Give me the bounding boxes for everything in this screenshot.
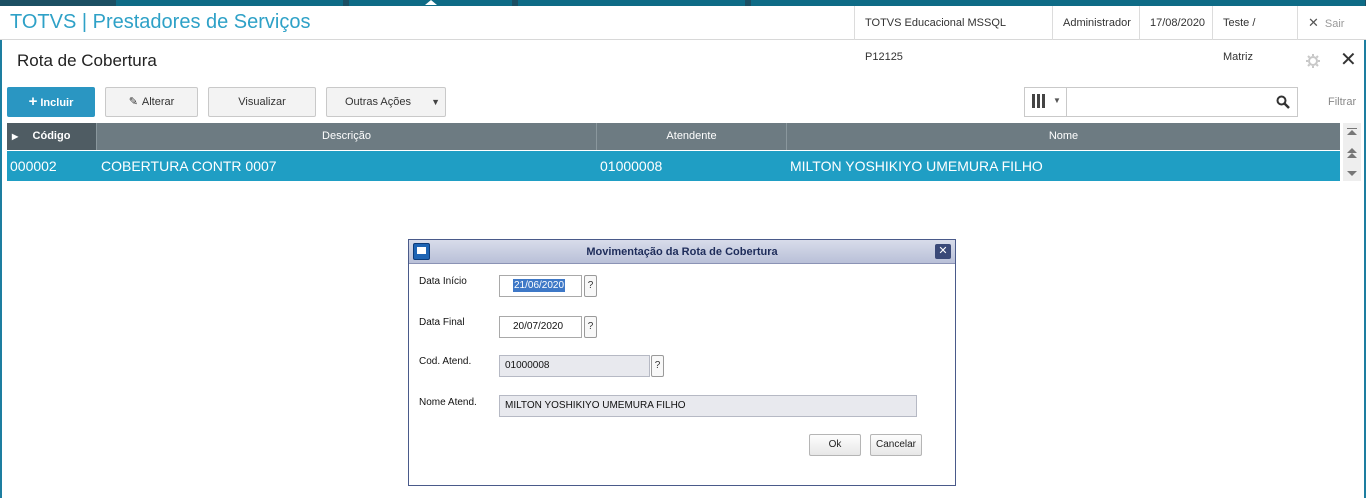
nome-atend-label: Nome Atend. (419, 397, 477, 408)
page-title: Rota de Cobertura (17, 51, 157, 70)
user-label: Administrador (1052, 6, 1139, 40)
cod-atend-field[interactable]: 01000008 (499, 355, 650, 377)
search-input[interactable] (1069, 90, 1269, 114)
include-label: Incluir (40, 97, 74, 109)
movement-dialog: Movimentação da Rota de Cobertura ✕ Data… (408, 239, 956, 486)
dialog-close-button[interactable]: ✕ (935, 244, 951, 259)
close-icon: ✕ (938, 245, 948, 257)
columns-icon (1032, 94, 1046, 108)
search-box: ▼ (1024, 87, 1298, 117)
view-label: Visualizar (238, 96, 286, 108)
column-header-nome[interactable]: Nome (787, 123, 1340, 150)
chevron-down-icon: ▼ (431, 97, 440, 107)
include-button[interactable]: + Incluir (7, 87, 95, 117)
branch-label[interactable]: Teste / Matriz (1212, 6, 1297, 63)
alter-label: Alterar (141, 96, 175, 108)
close-icon: ✕ (1340, 49, 1357, 71)
filter-link[interactable]: Filtrar (1328, 96, 1356, 108)
date-label: 17/08/2020 (1139, 6, 1212, 40)
other-actions-label: Outras Ações (344, 96, 412, 108)
close-page-button[interactable]: ✕ (1340, 50, 1357, 70)
cell-nome: MILTON YOSHIKIYO UMEMURA FILHO (790, 158, 1043, 174)
data-final-label: Data Final (419, 317, 465, 328)
row-pointer-icon: ▶ (12, 132, 19, 141)
grid-header: ▶ Código Descrição Atendente Nome (7, 123, 1340, 150)
dialog-titlebar[interactable]: Movimentação da Rota de Cobertura ✕ (409, 240, 955, 264)
pencil-icon: ✎ (128, 96, 138, 108)
left-border (0, 40, 2, 498)
dialog-title: Movimentação da Rota de Cobertura (586, 246, 778, 258)
cell-atendente: 01000008 (600, 158, 663, 174)
column-header-label: Código (32, 130, 71, 142)
column-header-atendente[interactable]: Atendente (597, 123, 787, 150)
gear-icon[interactable] (1305, 53, 1321, 69)
grid-scrollbar[interactable] (1343, 123, 1361, 181)
cod-atend-label: Cod. Atend. (419, 356, 472, 367)
data-final-value: 20/07/2020 (513, 321, 564, 332)
plus-icon: + (28, 93, 38, 110)
data-final-field[interactable]: 20/07/2020 (499, 316, 582, 338)
data-final-lookup-button[interactable]: ? (584, 316, 597, 338)
data-inicio-lookup-button[interactable]: ? (584, 275, 597, 297)
table-row[interactable]: 000002 COBERTURA CONTR 0007 01000008 MIL… (7, 151, 1340, 181)
column-header-descricao[interactable]: Descrição (97, 123, 597, 150)
ok-button[interactable]: Ok (809, 434, 861, 456)
data-inicio-field[interactable]: 21/06/2020 (499, 275, 582, 297)
nome-atend-field[interactable]: MILTON YOSHIKIYO UMEMURA FILHO (499, 395, 917, 417)
column-header-codigo[interactable]: ▶ Código (7, 123, 97, 150)
exit-button[interactable]: ✕ Sair (1297, 6, 1366, 40)
cancel-button[interactable]: Cancelar (870, 434, 922, 456)
scroll-down-icon[interactable] (1347, 171, 1357, 176)
environment-label: TOTVS Educacional MSSQL P12125 (854, 6, 1052, 63)
alter-button[interactable]: ✎ Alterar (105, 87, 198, 117)
active-tab-indicator (425, 0, 437, 5)
data-inicio-value: 21/06/2020 (513, 279, 566, 292)
data-inicio-label: Data Início (419, 276, 467, 287)
close-icon: ✕ (1308, 15, 1319, 30)
scroll-up-icon[interactable] (1347, 153, 1357, 158)
columns-selector[interactable]: ▼ (1025, 88, 1067, 116)
exit-label: Sair (1324, 18, 1345, 30)
cod-atend-lookup-button[interactable]: ? (651, 355, 664, 377)
cell-descricao: COBERTURA CONTR 0007 (101, 158, 277, 174)
chevron-down-icon: ▼ (1053, 96, 1061, 105)
app-header: TOTVS | Prestadores de Serviços TOTVS Ed… (0, 6, 1366, 63)
app-title: TOTVS | Prestadores de Serviços (10, 11, 311, 33)
view-button[interactable]: Visualizar (208, 87, 316, 117)
other-actions-button[interactable]: Outras Ações ▼ (326, 87, 446, 117)
search-icon[interactable] (1276, 95, 1290, 109)
scroll-top-icon[interactable] (1347, 128, 1357, 136)
cell-codigo: 000002 (10, 158, 57, 174)
